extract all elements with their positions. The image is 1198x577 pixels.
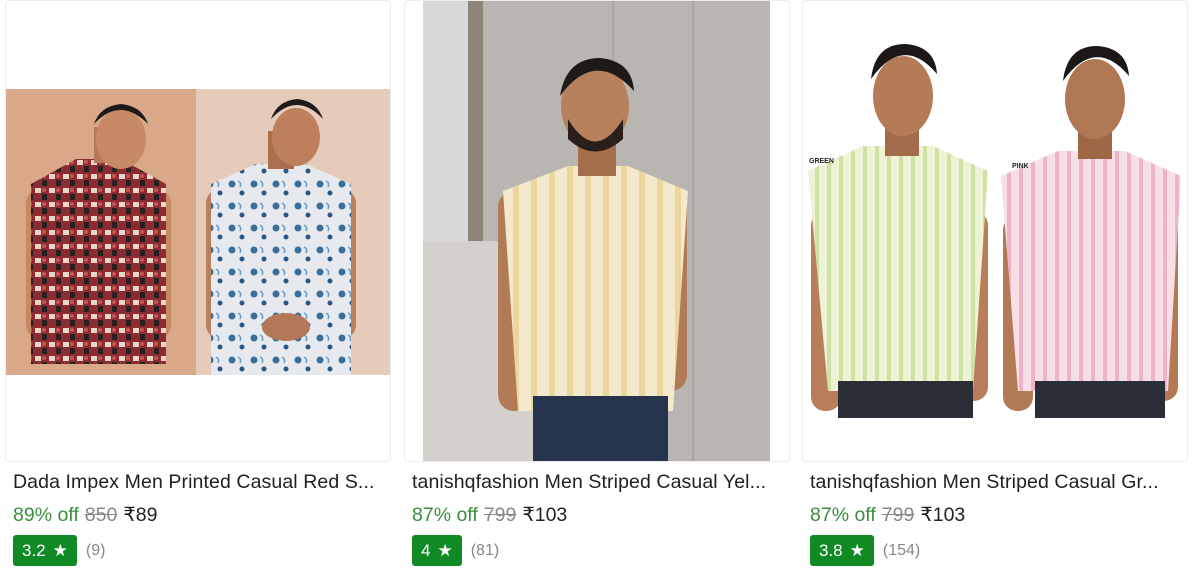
mrp-price: 850 [84,504,118,526]
rating-value: 3.8 [819,540,843,560]
product-image[interactable] [5,0,391,462]
mrp-price: 799 [881,504,915,526]
product-title[interactable]: tanishqfashion Men Striped Casual Gr... [810,471,1185,494]
discount-label: 87% off [810,504,876,526]
product-photo-yellow-striped-shirt [423,1,770,461]
rating-row: 3.2 ★ (9) [13,535,105,566]
sale-price: ₹103 [920,504,966,526]
product-title[interactable]: tanishqfashion Men Striped Casual Yel... [412,471,787,494]
discount-label: 89% off [13,504,79,526]
rating-badge: 3.2 ★ [13,535,77,566]
review-count: (154) [882,541,921,559]
star-icon: ★ [52,541,68,560]
product-card[interactable]: GREEN PINK tanishqfashion Men Striped Ca… [802,0,1188,577]
image-label-pink: PINK [1012,163,1029,170]
rating-value: 4 [421,540,431,560]
sale-price: ₹89 [123,504,158,526]
star-icon: ★ [849,541,865,560]
product-photo-red-printed-shirt [6,89,390,375]
product-title[interactable]: Dada Impex Men Printed Casual Red S... [13,471,388,494]
product-image[interactable]: GREEN PINK [802,0,1188,462]
product-card[interactable]: Dada Impex Men Printed Casual Red S... 8… [5,0,391,577]
image-label-green: GREEN [809,158,834,165]
mrp-price: 799 [483,504,517,526]
product-grid: Dada Impex Men Printed Casual Red S... 8… [0,0,1198,577]
product-image[interactable] [404,0,790,462]
product-card[interactable]: tanishqfashion Men Striped Casual Yel...… [404,0,790,577]
rating-row: 3.8 ★ (154) [810,535,920,566]
rating-badge: 3.8 ★ [810,535,874,566]
price-row: 87% off 799 ₹103 [810,503,965,527]
star-icon: ★ [437,541,453,560]
price-row: 87% off 799 ₹103 [412,503,567,527]
discount-label: 87% off [412,504,478,526]
rating-badge: 4 ★ [412,535,462,566]
sale-price: ₹103 [522,504,568,526]
price-row: 89% off 850 ₹89 [13,503,157,527]
review-count: (81) [470,541,500,559]
review-count: (9) [85,541,106,559]
rating-value: 3.2 [22,540,46,560]
rating-row: 4 ★ (81) [412,535,499,566]
product-photo-green-pink-striped-shirts: GREEN PINK [803,1,1187,418]
